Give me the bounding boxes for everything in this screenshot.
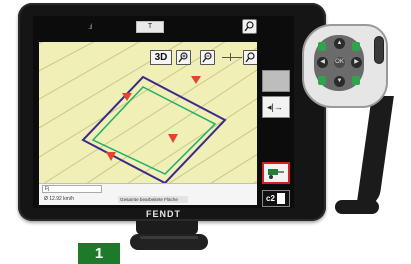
implement-button[interactable] xyxy=(262,162,290,184)
split-view-button[interactable]: ◂|→ xyxy=(262,96,290,118)
section-indicator xyxy=(276,193,285,205)
joystick-ok-button[interactable]: OK xyxy=(334,57,345,68)
figure-number-tag: 1 xyxy=(78,243,120,264)
joystick-arm-end xyxy=(335,200,379,214)
signal-strength-icon: ..ıl xyxy=(88,24,93,31)
implement-icon xyxy=(268,169,284,179)
joystick-green-button-1[interactable] xyxy=(318,42,326,51)
joystick-green-button-2[interactable] xyxy=(352,42,360,51)
section-badge-label: c2 xyxy=(266,194,275,203)
field-map[interactable] xyxy=(39,42,257,198)
zoom-out-button[interactable] xyxy=(200,50,215,65)
area-label: Gesamte bearbeitete Fläche xyxy=(118,196,188,203)
joystick-left-button[interactable]: ◀ xyxy=(317,57,328,68)
zoom-slider-track[interactable] xyxy=(222,57,242,58)
selection-dropdown[interactable]: Fj xyxy=(42,185,102,193)
zoom-in-button[interactable] xyxy=(176,50,191,65)
brand-logo: FENDT xyxy=(146,209,181,219)
guidance-line xyxy=(91,86,217,175)
joystick-right-button[interactable]: ▶ xyxy=(351,57,362,68)
top-tab[interactable]: T xyxy=(136,21,164,33)
joystick-scroll-wheel[interactable] xyxy=(374,36,384,64)
section-badge[interactable]: c2 xyxy=(262,190,290,207)
search-button[interactable] xyxy=(242,19,257,34)
joystick-down-button[interactable]: ▼ xyxy=(334,76,345,87)
joystick-up-button[interactable]: ▲ xyxy=(334,38,345,49)
zoom-fit-icon xyxy=(245,52,255,63)
split-icon: ◂|→ xyxy=(267,102,283,112)
zoom-out-icon xyxy=(202,52,212,63)
joystick-green-button-3[interactable] xyxy=(318,76,326,85)
joystick-arm xyxy=(356,96,394,208)
zoom-fit-button[interactable] xyxy=(243,50,258,65)
joystick-green-button-4[interactable] xyxy=(352,76,360,85)
mount-neck xyxy=(136,221,198,235)
zoom-in-icon xyxy=(178,52,188,63)
zoom-slider-handle[interactable] xyxy=(230,53,231,61)
view-3d-button[interactable]: 3D xyxy=(150,50,172,65)
hazard-markers xyxy=(106,76,201,161)
panel-button-blank[interactable] xyxy=(262,70,290,92)
mount-highlight xyxy=(140,236,198,239)
speed-readout: Ø 12.92 km/h xyxy=(44,196,75,202)
field-map-canvas xyxy=(39,42,257,198)
magnifier-icon xyxy=(244,21,254,32)
